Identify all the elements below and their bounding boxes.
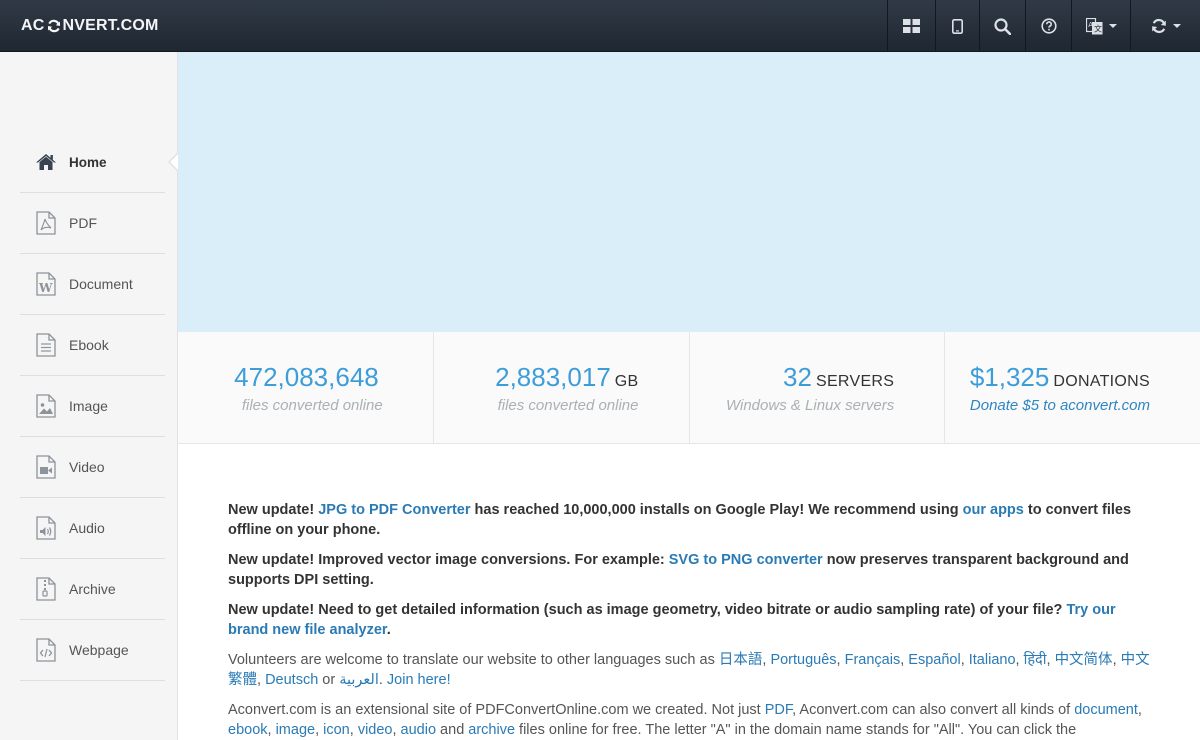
svg-text:W: W (38, 281, 53, 295)
grid-icon (903, 19, 920, 33)
stat-files-converted: 472,083,648 files converted online (178, 332, 434, 443)
our-apps-link[interactable]: our apps (963, 502, 1024, 518)
video-link[interactable]: video (358, 722, 393, 738)
audio-file-icon (33, 515, 59, 541)
sidebar-item-label: Image (69, 398, 108, 414)
sidebar-nav: Home PDF W Document Ebook Image Video Au… (20, 132, 179, 681)
sidebar-item-label: Archive (69, 581, 116, 597)
tablet-icon (952, 18, 963, 34)
jpg-to-pdf-link[interactable]: JPG to PDF Converter (318, 502, 470, 518)
about-paragraph: Aconvert.com is an extensional site of P… (228, 702, 1142, 738)
stat-number: 32 (783, 362, 812, 392)
lang-link-hindi[interactable]: हिंदी (1024, 652, 1047, 668)
stats-row: 472,083,648 files converted online 2,883… (178, 332, 1200, 444)
archive-link[interactable]: archive (468, 722, 515, 738)
main-content: New update! JPG to PDF Converter has rea… (228, 500, 1153, 740)
top-navbar: AC NVERT.COM A文 (0, 0, 1200, 52)
svg-text:文: 文 (1094, 23, 1102, 33)
stat-donations: $1,325 DONATIONS Donate $5 to aconvert.co… (945, 332, 1200, 443)
icon-link[interactable]: icon (323, 722, 350, 738)
update-paragraph-1: New update! JPG to PDF Converter has rea… (228, 502, 1132, 538)
brand-logo[interactable]: AC NVERT.COM (21, 16, 159, 36)
lang-link-french[interactable]: Français (845, 652, 901, 668)
search-icon (994, 17, 1011, 35)
sidebar-item-label: Webpage (69, 642, 129, 658)
stat-gb-converted: 2,883,017 GB files converted online (434, 332, 690, 443)
lang-link-spanish[interactable]: Español (908, 652, 960, 668)
lang-link-portuguese[interactable]: Português (770, 652, 836, 668)
stat-servers: 32 SERVERS Windows & Linux servers (690, 332, 946, 443)
sidebar-item-label: Video (69, 459, 105, 475)
lang-link-german[interactable]: Deutsch (265, 672, 318, 688)
sidebar-item-label: Audio (69, 520, 105, 536)
banner-area (178, 52, 1200, 332)
sidebar-item-document[interactable]: W Document (20, 254, 165, 315)
translate-icon: A文 (1085, 17, 1103, 35)
image-link[interactable]: image (276, 722, 316, 738)
sidebar-item-home[interactable]: Home (20, 132, 179, 193)
lang-link-arabic[interactable]: العربية (339, 672, 379, 688)
svg-text:A: A (1088, 21, 1093, 29)
pdf-link[interactable]: PDF (765, 702, 792, 718)
code-file-icon (33, 637, 59, 663)
pdf-file-icon (33, 210, 59, 236)
ebook-link[interactable]: ebook (228, 722, 268, 738)
stat-unit: GB (614, 373, 639, 390)
stat-number: 2,883,017 (495, 362, 611, 392)
update-paragraph-3: New update! Need to get detailed informa… (228, 602, 1116, 638)
sidebar-item-label: Ebook (69, 337, 109, 353)
stat-subtitle: files converted online (497, 397, 639, 414)
sidebar-item-pdf[interactable]: PDF (20, 193, 165, 254)
lang-link-chinese-simplified[interactable]: 中文简体 (1055, 652, 1113, 668)
refresh-icon (1151, 18, 1167, 34)
home-icon (33, 149, 59, 175)
sidebar: Home PDF W Document Ebook Image Video Au… (0, 52, 179, 740)
image-file-icon (33, 393, 59, 419)
svg-to-png-link[interactable]: SVG to PNG converter (669, 552, 823, 568)
sidebar-item-label: PDF (69, 215, 97, 231)
search-button[interactable] (979, 0, 1025, 52)
convert-menu-button[interactable] (1130, 0, 1200, 52)
stat-number: 472,083,648 (234, 362, 379, 392)
donate-link[interactable]: Donate $5 to aconvert.com (970, 397, 1150, 414)
question-circle-icon (1040, 18, 1057, 34)
brand-suffix: NVERT.COM (62, 17, 159, 34)
translation-paragraph: Volunteers are welcome to translate our … (228, 652, 1150, 688)
sidebar-item-webpage[interactable]: Webpage (20, 620, 165, 681)
sidebar-item-archive[interactable]: Archive (20, 559, 165, 620)
archive-file-icon (33, 576, 59, 602)
stat-unit: SERVERS (815, 373, 895, 390)
brand-prefix: AC (21, 17, 45, 34)
video-file-icon (33, 454, 59, 480)
ebook-file-icon (33, 332, 59, 358)
stat-number: $1,325 (969, 362, 1050, 392)
sidebar-item-label: Document (69, 276, 133, 292)
chevron-down-icon (1172, 24, 1181, 28)
audio-link[interactable]: audio (401, 722, 436, 738)
grid-view-button[interactable] (887, 0, 935, 52)
lang-link-japanese[interactable]: 日本語 (719, 652, 763, 668)
mobile-button[interactable] (935, 0, 979, 52)
stat-subtitle: files converted online (241, 397, 383, 414)
join-here-link[interactable]: Join here! (387, 672, 451, 688)
sidebar-item-label: Home (69, 154, 107, 170)
sidebar-item-video[interactable]: Video (20, 437, 165, 498)
sidebar-item-ebook[interactable]: Ebook (20, 315, 165, 376)
stat-subtitle: Windows & Linux servers (725, 397, 895, 414)
word-file-icon: W (33, 271, 59, 297)
sidebar-item-audio[interactable]: Audio (20, 498, 165, 559)
update-paragraph-2: New update! Improved vector image conver… (228, 552, 1129, 588)
document-link[interactable]: document (1074, 702, 1138, 718)
lang-link-italian[interactable]: Italiano (969, 652, 1016, 668)
language-button[interactable]: A文 (1071, 0, 1130, 52)
help-button[interactable] (1025, 0, 1071, 52)
sidebar-item-image[interactable]: Image (20, 376, 165, 437)
stat-unit: DONATIONS (1053, 373, 1150, 390)
chevron-down-icon (1108, 24, 1117, 28)
refresh-logo-icon (47, 19, 61, 33)
